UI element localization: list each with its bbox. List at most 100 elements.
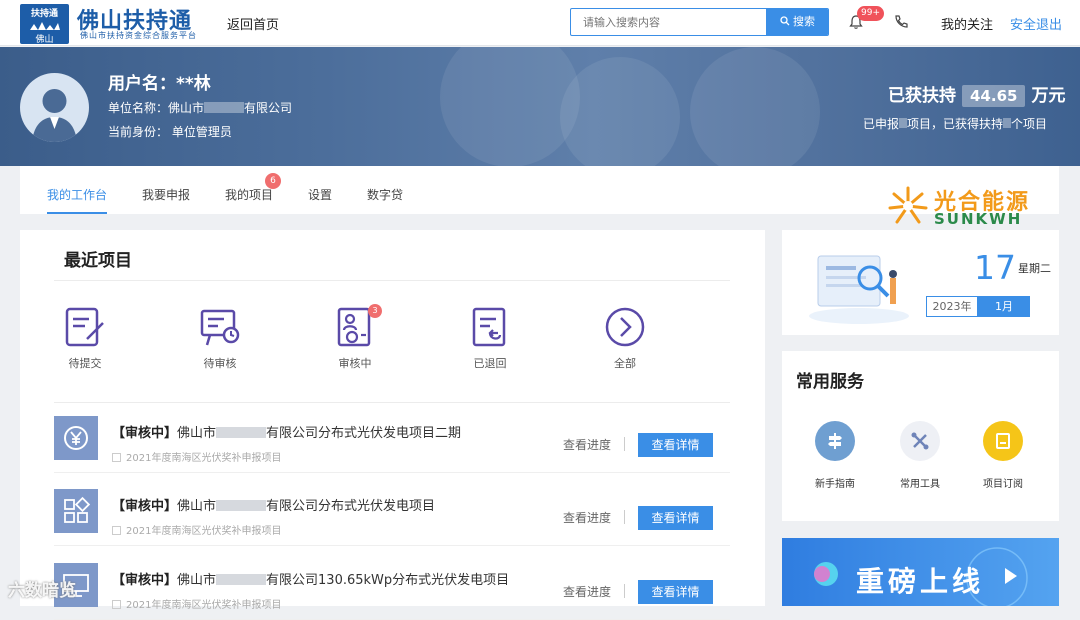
project-title: 【审核中】佛山市 有限公司分布式光伏发电项目 xyxy=(112,495,435,514)
back-home-link[interactable]: 返回首页 xyxy=(227,14,279,33)
calendar-day: 17 xyxy=(974,248,1016,287)
project-subtitle-text: 2021年度南海区光伏奖补申报项目 xyxy=(126,453,282,464)
project-thumbnail xyxy=(54,416,98,460)
search-box: 搜索 xyxy=(570,8,829,36)
unit-name-label: 单位名称：佛山市 xyxy=(108,101,205,115)
pending-board-icon xyxy=(200,309,240,346)
project-thumbnail xyxy=(54,489,98,533)
current-role: 当前身份： 单位管理员 xyxy=(108,125,232,139)
support-desc-1: 已申报 xyxy=(863,117,900,131)
stat-label: 已退回 xyxy=(473,357,507,370)
stat-pending-review[interactable]: 待审核 xyxy=(190,305,250,371)
redacted-block xyxy=(216,500,267,511)
returned-doc-icon xyxy=(472,307,506,347)
calendar-month[interactable]: 1月 xyxy=(978,296,1030,317)
notification-badge: 99+ xyxy=(857,6,884,21)
support-summary: 已获扶持 44.65 万元 xyxy=(888,81,1065,107)
redacted-block xyxy=(899,118,908,128)
my-follow-link[interactable]: 我的关注 xyxy=(941,14,993,33)
unit-name: 单位名称：佛山市 有限公司 xyxy=(108,99,292,116)
phone-icon[interactable] xyxy=(893,14,909,30)
logo-badge-text-1: 扶持通 xyxy=(30,9,58,19)
banner-photo-shape xyxy=(560,57,680,166)
brand-subtitle: SUNKWH xyxy=(934,210,1023,228)
avatar[interactable] xyxy=(20,73,89,142)
redacted-block xyxy=(1003,118,1012,128)
stat-label: 审核中 xyxy=(338,357,372,370)
username: 用户名：**林 xyxy=(108,74,211,94)
view-detail-button[interactable]: 查看详情 xyxy=(638,433,713,457)
support-unit: 万元 xyxy=(1031,86,1066,106)
project-row[interactable]: 【审核中】佛山市 有限公司130.65kWp分布式光伏发电项目 2021年度南海区… xyxy=(54,550,730,620)
logo-badge[interactable]: 扶持通 佛山 xyxy=(20,4,69,45)
view-progress-link[interactable]: 查看进度 xyxy=(563,436,611,453)
unit-name-suffix: 有限公司 xyxy=(244,101,293,115)
support-amount: 44.65 xyxy=(962,85,1026,107)
search-button[interactable]: 搜索 xyxy=(766,9,828,35)
service-common-tools[interactable]: 常用工具 xyxy=(885,421,955,490)
redacted-block xyxy=(216,574,267,585)
service-beginner-guide[interactable]: 新手指南 xyxy=(800,421,870,490)
project-status: 【审核中】 xyxy=(112,573,178,588)
logo-skyline-icon xyxy=(29,22,60,30)
banner-photo-shape xyxy=(440,47,580,166)
promo-banner[interactable]: 重磅上线 xyxy=(782,538,1059,606)
stat-to-submit[interactable]: 待提交 xyxy=(55,305,115,371)
stat-label: 全部 xyxy=(614,357,636,370)
project-row[interactable]: 【审核中】佛山市 有限公司分布式光伏发电项目二期 2021年度南海区光伏奖补申报项… xyxy=(54,403,730,473)
project-subtitle: 2021年度南海区光伏奖补申报项目 xyxy=(112,596,281,611)
stat-label: 待审核 xyxy=(203,357,237,370)
divider xyxy=(624,510,625,524)
view-detail-button[interactable]: 查看详情 xyxy=(638,506,713,530)
promo-text: 重磅上线 xyxy=(856,565,985,598)
yen-icon xyxy=(64,426,88,450)
view-detail-button[interactable]: 查看详情 xyxy=(638,580,713,604)
common-services-card: 常用服务 新手指南 常用工具 项目订阅 xyxy=(782,351,1059,521)
top-bar: 扶持通 佛山 佛山 扶持通 佛山市扶持资金综合服务平台 返回首页 搜索 99+ 我… xyxy=(0,0,1080,46)
stat-label: 待提交 xyxy=(68,357,102,370)
project-suffix: 有限公司分布式光伏发电项目 xyxy=(266,499,436,514)
divider xyxy=(54,280,730,281)
redacted-block xyxy=(216,427,267,438)
signpost-icon xyxy=(815,421,855,461)
redacted-block xyxy=(204,102,245,113)
logout-link[interactable]: 安全退出 xyxy=(1010,14,1062,33)
calendar-year[interactable]: 2023年 xyxy=(926,296,978,317)
project-prefix: 佛山市 xyxy=(177,426,217,441)
search-input[interactable] xyxy=(571,9,766,35)
project-title: 【审核中】佛山市 有限公司130.65kWp分布式光伏发电项目 xyxy=(112,569,509,588)
tab-digital-loan[interactable]: 数字贷 xyxy=(367,186,403,203)
tab-apply[interactable]: 我要申报 xyxy=(142,186,190,203)
calendar-card: 17 星期二 2023年 1月 xyxy=(782,230,1059,335)
calendar-illustration-icon xyxy=(809,255,909,324)
banner-photo-shape xyxy=(690,47,820,166)
project-title: 【审核中】佛山市 有限公司分布式光伏发电项目二期 xyxy=(112,422,461,441)
project-status: 【审核中】 xyxy=(112,426,178,441)
tab-my-projects[interactable]: 我的项目 xyxy=(225,186,273,203)
view-progress-link[interactable]: 查看进度 xyxy=(563,509,611,526)
tab-workbench[interactable]: 我的工作台 xyxy=(47,186,107,203)
logo-badge-text-2: 佛山 xyxy=(35,35,54,45)
tools-icon xyxy=(900,421,940,461)
recent-projects-panel: 最近项目 待提交 待审核 审核中 3 已退回 全部 【审核中】佛山市 有限公司分… xyxy=(20,230,765,620)
view-progress-link[interactable]: 查看进度 xyxy=(563,583,611,600)
grid-icon xyxy=(64,496,91,523)
reviewing-badge: 3 xyxy=(368,304,382,318)
support-description: 已申报 项目，已获得扶持 个项目 xyxy=(863,115,1047,132)
stat-returned[interactable]: 已退回 xyxy=(460,305,520,371)
book-icon xyxy=(983,421,1023,461)
service-project-subscribe[interactable]: 项目订阅 xyxy=(968,421,1038,490)
project-subtitle: 2021年度南海区光伏奖补申报项目 xyxy=(112,449,281,464)
support-desc-3: 个项目 xyxy=(1011,117,1048,131)
copy-icon xyxy=(112,600,121,609)
logo-subtitle: 佛山市扶持资金综合服务平台 xyxy=(80,31,197,40)
tab-settings[interactable]: 设置 xyxy=(308,186,332,203)
project-row[interactable]: 【审核中】佛山市 有限公司分布式光伏发电项目 2021年度南海区光伏奖补申报项目 … xyxy=(54,476,730,546)
stat-all[interactable]: 全部 xyxy=(595,305,655,371)
project-subtitle-text: 2021年度南海区光伏奖补申报项目 xyxy=(126,526,282,537)
main-tabs: 我的工作台 我要申报 我的项目 6 设置 数字贷 光合能源 SUNKWH xyxy=(20,166,1059,228)
divider xyxy=(624,437,625,451)
service-label: 常用工具 xyxy=(900,479,940,490)
divider xyxy=(624,584,625,598)
chevron-right-icon xyxy=(605,307,645,347)
